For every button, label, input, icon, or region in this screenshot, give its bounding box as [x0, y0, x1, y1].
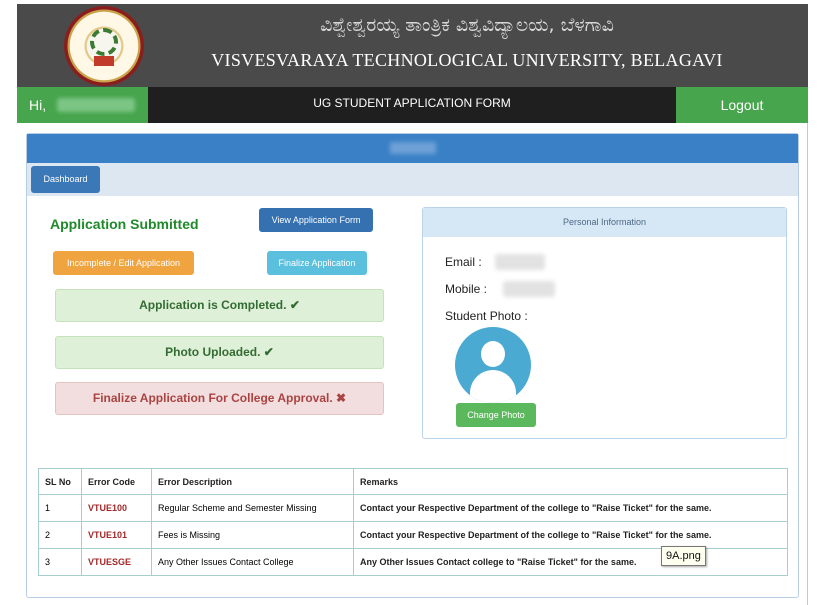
cell-error-description: Regular Scheme and Semester Missing	[151, 494, 354, 522]
page-title: UG STUDENT APPLICATION FORM	[313, 96, 511, 110]
avatar-head	[481, 341, 505, 367]
personal-info-panel: Personal Information Email : Mobile : St…	[422, 207, 787, 439]
check-icon: ✔	[289, 298, 300, 312]
change-photo-button[interactable]: Change Photo	[456, 403, 536, 427]
cell-error-description: Any Other Issues Contact College	[151, 548, 354, 576]
col-remarks: Remarks	[353, 468, 788, 495]
cell-sl-no: 1	[38, 494, 82, 522]
cell-remarks: Contact your Respective Department of th…	[353, 494, 788, 522]
check-icon: ✔	[263, 345, 274, 359]
nav-bar: Hi, UG STUDENT APPLICATION FORM Logout	[17, 87, 808, 123]
filename-tooltip: 9A.png	[661, 546, 706, 566]
main-panel: Dashboard Application Submitted View App…	[26, 133, 799, 598]
edit-application-button[interactable]: Incomplete / Edit Application	[53, 251, 194, 275]
col-sl-no: SL No	[38, 468, 82, 495]
application-status: Application Submitted	[50, 216, 199, 232]
personal-info-header: Personal Information	[423, 208, 786, 237]
panel-header	[27, 134, 798, 163]
dashboard-button[interactable]: Dashboard	[31, 166, 100, 193]
cell-remarks: Contact your Respective Department of th…	[353, 521, 788, 549]
cell-error-description: Fees is Missing	[151, 521, 354, 549]
alert-text: Application is Completed.	[139, 298, 287, 312]
finalize-pending-alert: Finalize Application For College Approva…	[55, 382, 384, 415]
table-row: 2 VTUE101 Fees is Missing Contact your R…	[38, 521, 788, 549]
student-photo-label: Student Photo :	[445, 309, 528, 323]
alert-text: Photo Uploaded.	[165, 345, 261, 359]
gear-emblem-icon	[90, 28, 118, 56]
book-emblem-icon	[94, 56, 114, 66]
cross-icon: ✖	[336, 391, 347, 405]
cell-sl-no: 3	[38, 548, 82, 576]
redacted-email	[495, 254, 545, 270]
cell-error-code: VTUE100	[81, 494, 152, 522]
logout-button[interactable]: Logout	[676, 87, 808, 123]
avatar-body	[470, 370, 516, 403]
table-row: 1 VTUE100 Regular Scheme and Semester Mi…	[38, 494, 788, 522]
student-avatar-icon	[455, 327, 531, 403]
redacted-panel-title	[390, 142, 436, 154]
site-header: ವಿಶ್ವೇಶ್ವರಯ್ಯ ತಾಂತ್ರಿಕ ವಿಶ್ವವಿದ್ಯಾಲಯ, ಬೆ…	[17, 4, 808, 87]
email-label: Email :	[445, 255, 482, 269]
photo-uploaded-alert: Photo Uploaded. ✔	[55, 336, 384, 369]
finalize-application-button[interactable]: Finalize Application	[267, 251, 367, 275]
panel-toolbar: Dashboard	[27, 163, 798, 196]
table-header-row: SL No Error Code Error Description Remar…	[38, 468, 788, 495]
col-error-code: Error Code	[81, 468, 152, 495]
cell-remarks: Any Other Issues Contact college to "Rai…	[353, 548, 788, 576]
university-logo	[64, 6, 144, 86]
user-greeting: Hi,	[17, 87, 148, 123]
cell-sl-no: 2	[38, 521, 82, 549]
col-error-description: Error Description	[151, 468, 354, 495]
cell-error-code: VTUE101	[81, 521, 152, 549]
view-application-form-button[interactable]: View Application Form	[259, 208, 373, 232]
university-name-english: VISVESVARAYA TECHNOLOGICAL UNIVERSITY, B…	[211, 50, 723, 70]
greeting-text: Hi,	[29, 97, 47, 113]
application-completed-alert: Application is Completed. ✔	[55, 289, 384, 322]
alert-text: Finalize Application For College Approva…	[92, 391, 333, 405]
university-name-kannada: ವಿಶ್ವೇಶ್ವರಯ್ಯ ತಾಂತ್ರಿಕ ವಿಶ್ವವಿದ್ಯಾಲಯ, ಬೆ…	[320, 14, 614, 36]
page-scroll-edge	[807, 123, 808, 605]
redacted-username	[57, 98, 135, 112]
mobile-label: Mobile :	[445, 282, 488, 296]
redacted-mobile	[503, 281, 555, 297]
cell-error-code: VTUESGE	[81, 548, 152, 576]
